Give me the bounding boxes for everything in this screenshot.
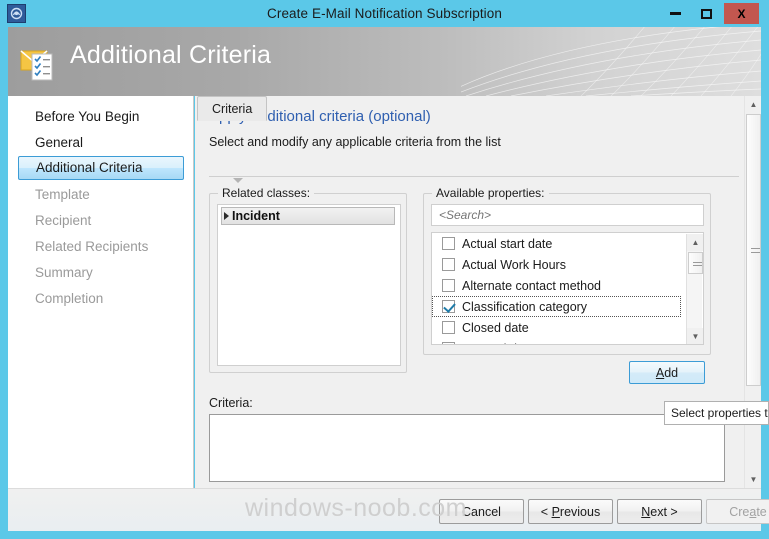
title-bar: Create E-Mail Notification Subscription … [0,0,769,27]
page-title: Additional Criteria [70,41,272,69]
sidebar-item-summary[interactable]: Summary [18,260,184,286]
properties-scrollbar[interactable]: ▲ ▼ [686,234,703,344]
checkbox-unchecked-icon[interactable] [442,237,455,250]
close-icon[interactable]: X [724,3,759,24]
scrollbar-thumb[interactable] [746,114,761,386]
minimize-icon[interactable] [660,3,690,24]
checkbox-unchecked-icon[interactable] [442,342,455,344]
related-classes-group: Related classes: Incident [209,186,407,373]
scrollbar-thumb[interactable] [688,252,703,274]
sidebar-item-general[interactable]: General [18,130,184,156]
scroll-down-arrow-icon[interactable]: ▼ [745,471,761,488]
scroll-up-arrow-icon[interactable]: ▲ [687,234,703,251]
checkbox-unchecked-icon[interactable] [442,279,455,292]
sidebar-item-before-you-begin[interactable]: Before You Begin [18,104,184,130]
window-title: Create E-Mail Notification Subscription [267,6,502,21]
property-label: Classification category [462,299,588,314]
wizard-steps-sidebar: Before You Begin General Additional Crit… [8,96,194,488]
list-item[interactable]: Created date [432,338,703,345]
maximize-icon[interactable] [691,3,721,24]
sidebar-item-related-recipients[interactable]: Related Recipients [18,234,184,260]
criteria-textarea[interactable] [209,414,725,482]
add-button[interactable]: Add [629,361,705,384]
content-pane: Apply additional criteria (optional) Sel… [195,96,761,488]
previous-button[interactable]: < Previous [528,499,613,524]
list-item[interactable]: Closed date [432,317,703,338]
create-button: Create [706,499,769,524]
checkbox-unchecked-icon[interactable] [442,258,455,271]
list-item[interactable]: Alternate contact method [432,275,703,296]
list-item[interactable]: Incident [221,207,395,225]
wizard-window: Create E-Mail Notification Subscription … [0,0,769,539]
available-properties-label: Available properties: [432,186,549,200]
related-classes-label: Related classes: [218,186,315,200]
related-class-label: Incident [232,209,280,223]
footer-button-bar: Cancel < Previous Next > Create [8,488,769,531]
property-label: Created date [462,342,534,345]
cancel-button[interactable]: Cancel [439,499,524,524]
checkbox-checked-icon[interactable] [442,300,455,313]
sidebar-item-template[interactable]: Template [18,182,184,208]
related-classes-list[interactable]: Incident [217,204,401,366]
list-item-selected[interactable]: Classification category [432,296,681,317]
email-criteria-icon [20,50,53,81]
properties-list[interactable]: Actual start date Actual Work Hours Alte… [431,232,704,345]
available-properties-group: Available properties: Actual start date … [423,186,711,355]
list-item[interactable]: Actual Work Hours [432,254,703,275]
property-label: Closed date [462,320,529,335]
scroll-down-arrow-icon[interactable]: ▼ [687,328,703,344]
tooltip: Select properties to [664,401,769,425]
sidebar-item-additional-criteria[interactable]: Additional Criteria [18,156,184,180]
tab-criteria[interactable]: Criteria [197,96,268,121]
banner-mesh-decoration [461,27,761,96]
checkbox-unchecked-icon[interactable] [442,321,455,334]
content-subheading: Select and modify any applicable criteri… [209,135,501,149]
next-button[interactable]: Next > [617,499,702,524]
sidebar-item-recipient[interactable]: Recipient [18,208,184,234]
scroll-up-arrow-icon[interactable]: ▲ [745,96,761,113]
tab-strip [209,154,739,177]
property-label: Alternate contact method [462,278,601,293]
property-label: Actual start date [462,236,553,251]
wizard-banner: Additional Criteria [8,27,761,96]
list-item[interactable]: Actual start date [432,233,703,254]
tab-caret-icon [233,178,243,183]
search-input[interactable] [431,204,704,226]
sidebar-item-completion[interactable]: Completion [18,286,184,312]
content-scrollbar[interactable]: ▲ ▼ [744,96,761,488]
property-label: Actual Work Hours [462,257,566,272]
criteria-label: Criteria: [209,396,253,410]
expand-arrow-icon[interactable] [224,212,229,220]
